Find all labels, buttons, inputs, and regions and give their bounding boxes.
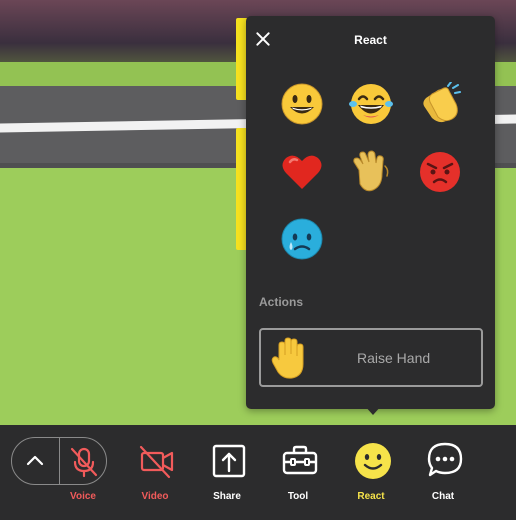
actions-heading: Actions	[259, 295, 304, 309]
angry-face-icon	[420, 152, 460, 192]
video-label: Video	[141, 491, 169, 502]
grinning-face-emoji-button[interactable]	[278, 80, 326, 128]
voice-control-group	[11, 437, 107, 485]
chat-bubble-icon	[427, 442, 463, 477]
tool-label: Tool	[287, 491, 309, 502]
chevron-up-icon	[26, 455, 44, 466]
laughing-face-emoji-button[interactable]	[347, 80, 395, 128]
clapping-hands-icon	[423, 82, 461, 123]
react-panel: React Actions Raise Hand	[246, 16, 495, 409]
toolbox-icon	[282, 445, 318, 475]
grinning-face-icon	[281, 83, 323, 125]
red-heart-icon	[282, 155, 322, 189]
share-button[interactable]: Share	[195, 441, 259, 515]
chat-button[interactable]: Chat	[411, 441, 475, 515]
react-label: React	[357, 491, 385, 502]
react-panel-title: React	[354, 33, 387, 47]
share-label: Share	[213, 491, 241, 502]
popover-pointer	[364, 405, 382, 415]
video-button[interactable]: Video	[123, 441, 187, 515]
microphone-muted-icon	[70, 447, 98, 478]
clapping-hands-emoji-button[interactable]	[416, 80, 464, 128]
crying-face-emoji-button[interactable]	[278, 215, 326, 263]
voice-label: Voice	[70, 491, 96, 502]
smiley-icon	[355, 443, 391, 479]
red-heart-emoji-button[interactable]	[278, 148, 326, 196]
video-off-icon	[139, 445, 174, 479]
waving-hand-emoji-button[interactable]	[347, 148, 395, 196]
voice-options-button[interactable]	[12, 438, 59, 484]
react-button[interactable]: React	[339, 441, 403, 515]
tool-button[interactable]: Tool	[266, 441, 330, 515]
crying-face-icon	[281, 218, 323, 260]
raise-hand-label: Raise Hand	[357, 350, 431, 366]
waving-hand-icon	[353, 150, 389, 192]
share-screen-icon	[212, 444, 246, 478]
laughing-face-icon	[349, 84, 393, 124]
chat-label: Chat	[431, 491, 455, 502]
voice-toggle-button[interactable]	[60, 438, 107, 484]
bottom-toolbar: Voice Video Share Tool React Chat	[0, 425, 516, 520]
angry-face-emoji-button[interactable]	[416, 148, 464, 196]
raised-hand-icon	[271, 337, 304, 379]
raise-hand-button[interactable]: Raise Hand	[259, 328, 483, 387]
